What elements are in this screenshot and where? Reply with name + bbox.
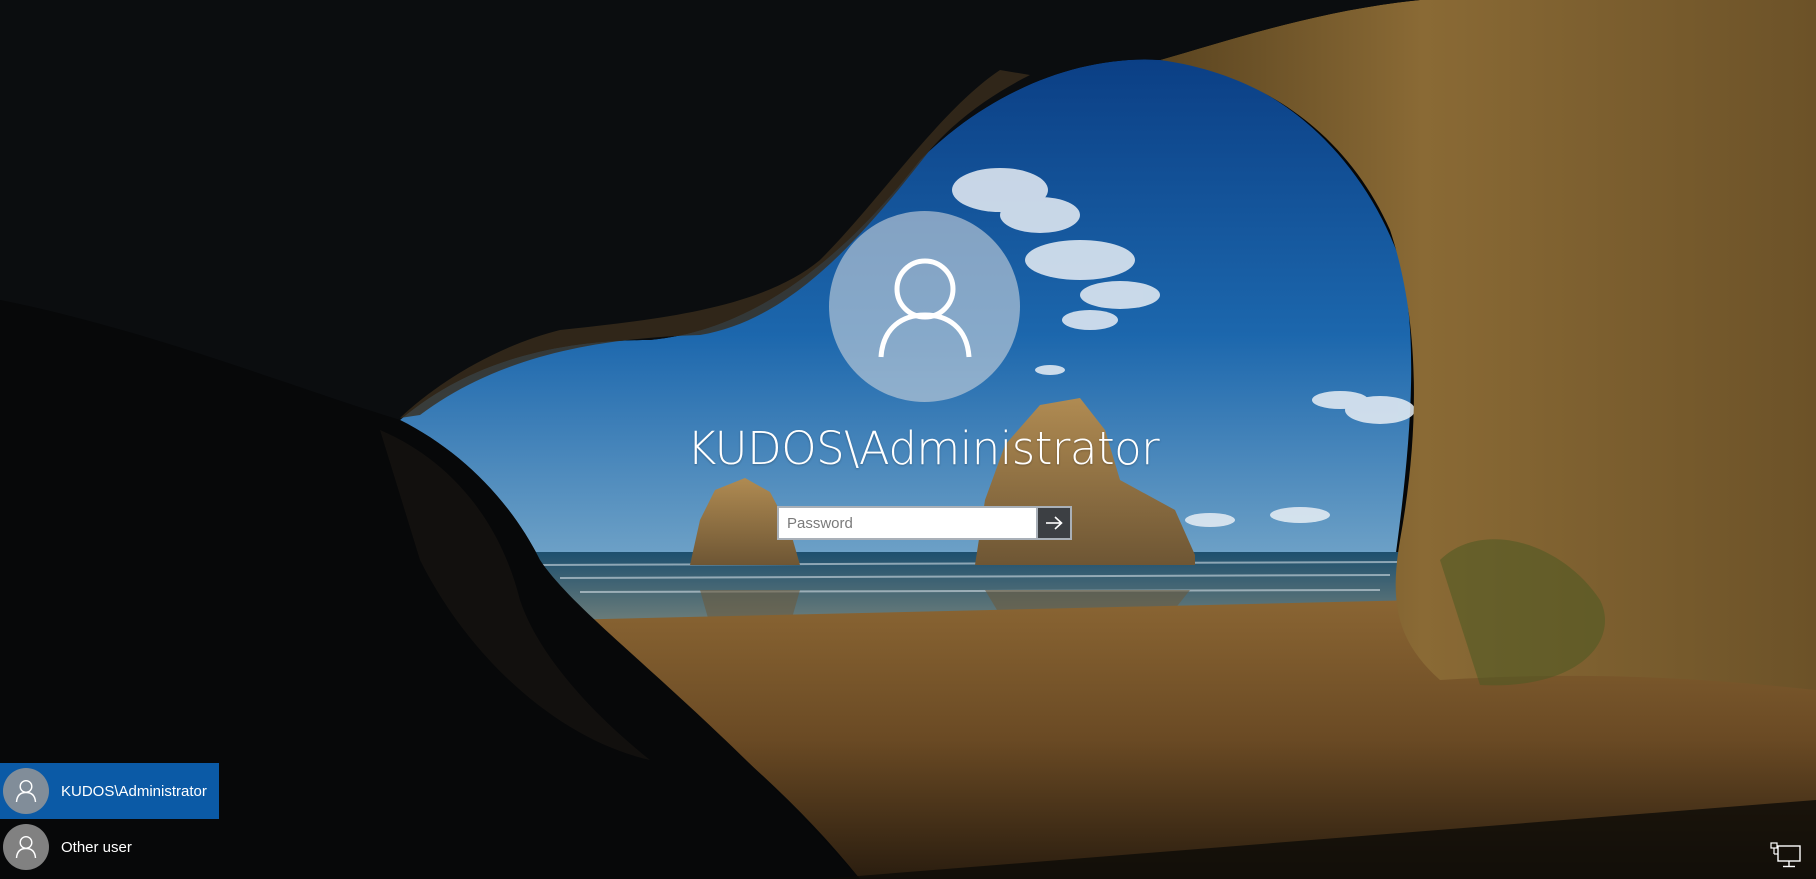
- user-list: KUDOS\Administrator Other user: [0, 763, 219, 875]
- user-tile-label: Other user: [61, 838, 132, 856]
- arrow-right-icon: [1046, 516, 1063, 530]
- username-title: KUDOS\Administrator: [686, 422, 1160, 475]
- avatar: [3, 768, 49, 814]
- user-avatar-large: [829, 211, 1020, 402]
- password-row: [777, 506, 1072, 540]
- avatar: [3, 824, 49, 870]
- user-icon: [15, 835, 37, 859]
- network-icon: [1770, 842, 1801, 868]
- password-input[interactable]: [777, 506, 1038, 540]
- user-tile-other-user[interactable]: Other user: [0, 819, 219, 875]
- user-tile-administrator[interactable]: KUDOS\Administrator: [0, 763, 219, 819]
- user-icon: [878, 258, 971, 357]
- lock-screen: KUDOS\Administrator KUDOS\Administrator: [0, 0, 1816, 879]
- submit-button[interactable]: [1038, 506, 1072, 540]
- user-tile-label: KUDOS\Administrator: [61, 782, 207, 800]
- network-button[interactable]: [1768, 840, 1804, 872]
- user-icon: [15, 779, 37, 803]
